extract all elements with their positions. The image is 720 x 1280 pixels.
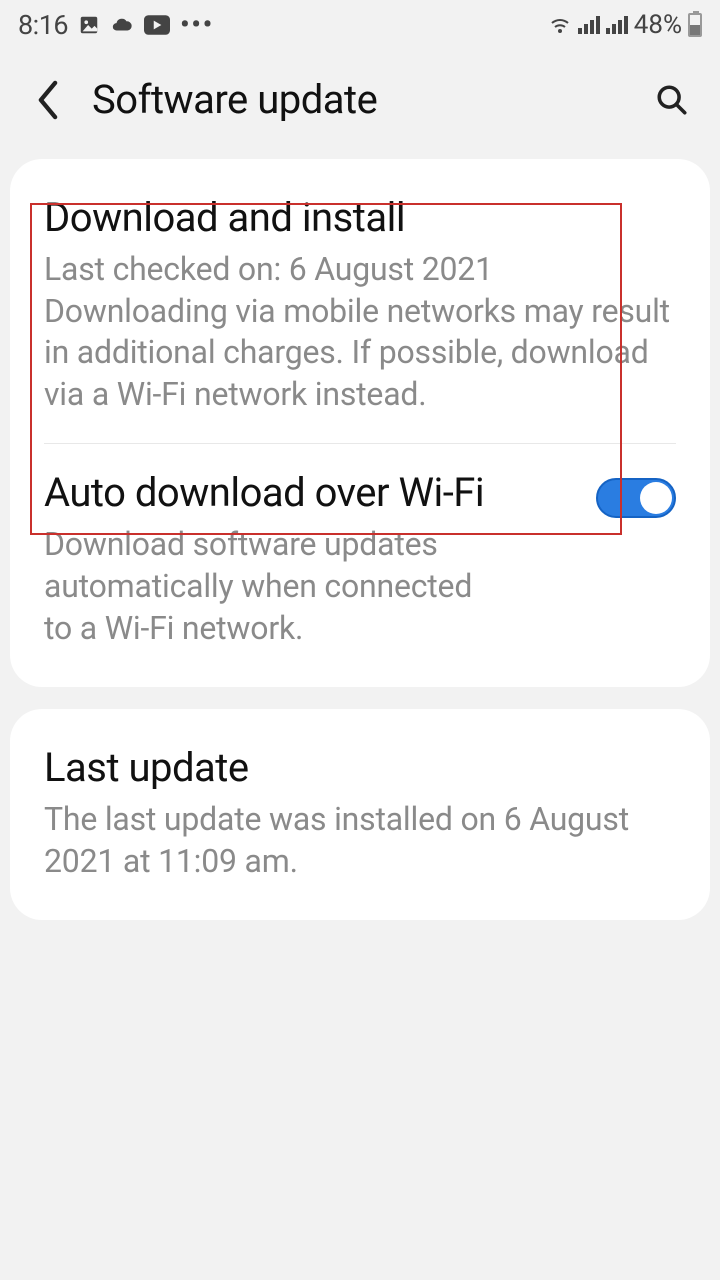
settings-card-2: Last update The last update was installe… xyxy=(10,709,710,920)
page-title: Software update xyxy=(92,76,650,123)
app-header: Software update xyxy=(0,46,720,159)
status-bar: 8:16 ••• 48% xyxy=(0,0,720,46)
download-install-desc: Last checked on: 6 August 2021 Downloadi… xyxy=(44,249,676,415)
battery-icon xyxy=(688,13,702,37)
back-button[interactable] xyxy=(26,78,70,122)
auto-download-toggle[interactable] xyxy=(596,478,676,518)
status-time: 8:16 xyxy=(18,9,68,41)
signal-icon xyxy=(578,16,600,34)
cloud-icon xyxy=(110,14,134,36)
search-button[interactable] xyxy=(650,78,694,122)
last-update-item[interactable]: Last update The last update was installe… xyxy=(10,719,710,910)
gallery-icon xyxy=(78,14,100,36)
download-install-item[interactable]: Download and install Last checked on: 6 … xyxy=(10,169,710,443)
wifi-icon xyxy=(548,15,572,35)
signal-icon-2 xyxy=(606,16,628,34)
more-icon: ••• xyxy=(180,10,214,40)
auto-download-title: Auto download over Wi-Fi xyxy=(44,470,576,516)
battery-percent: 48% xyxy=(634,10,682,40)
auto-download-item[interactable]: Auto download over Wi-Fi Download softwa… xyxy=(10,444,710,677)
youtube-icon xyxy=(144,15,170,35)
last-update-desc: The last update was installed on 6 Augus… xyxy=(44,799,676,882)
auto-download-desc: Download software updates automatically … xyxy=(44,524,474,649)
settings-card-1: Download and install Last checked on: 6 … xyxy=(10,159,710,687)
last-update-title: Last update xyxy=(44,745,676,791)
download-install-title: Download and install xyxy=(44,195,676,241)
